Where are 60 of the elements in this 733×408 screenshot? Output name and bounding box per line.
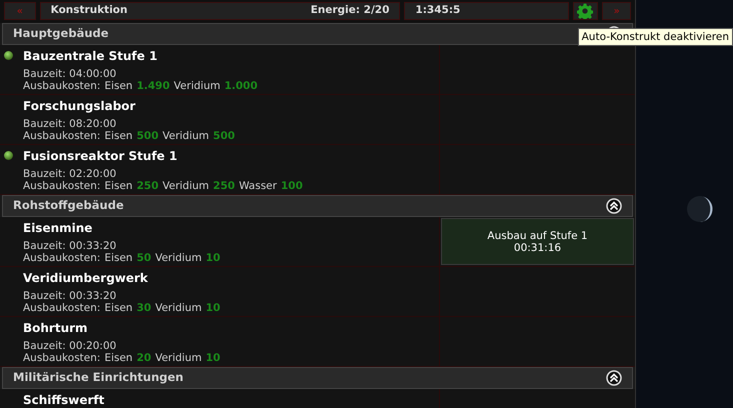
resource-amount: 500 xyxy=(136,130,158,142)
section-header[interactable]: Militärische Einrichtungen xyxy=(2,367,633,389)
resource-name: Veridium xyxy=(155,302,202,314)
resource-name: Eisen xyxy=(104,180,133,192)
resource-name: Veridium xyxy=(155,252,202,264)
settings-button[interactable] xyxy=(572,2,598,20)
resource-name: Veridium xyxy=(162,180,210,192)
resource-name: Veridium xyxy=(174,80,220,92)
section-header[interactable]: Rohstoffgebäude xyxy=(2,195,633,217)
building-name[interactable]: Schiffswerft xyxy=(23,392,439,408)
collapse-icon[interactable] xyxy=(606,370,622,386)
resource-name: Eisen xyxy=(104,130,133,142)
resource-amount: 20 xyxy=(136,352,152,364)
resource-name: Eisen xyxy=(104,302,133,314)
build-time: Bauzeit: 00:33:20 xyxy=(23,290,118,302)
status-text: 00:31:16 xyxy=(514,242,562,254)
resource-name: Veridium xyxy=(162,130,210,142)
resource-amount: 10 xyxy=(206,352,220,364)
costs-label: Ausbaukosten: xyxy=(23,80,100,92)
resource-amount: 100 xyxy=(280,180,303,192)
resource-name: Wasser xyxy=(238,180,277,192)
coordinates-text: 1:345:5 xyxy=(415,3,460,18)
building-name[interactable]: Forschungslabor xyxy=(23,98,439,114)
status-text: Ausbau auf Stufe 1 xyxy=(487,230,588,242)
section-title: Rohstoffgebäude xyxy=(13,197,124,214)
resource-amount: 30 xyxy=(136,302,152,314)
resource-name: Eisen xyxy=(104,352,133,364)
resource-name: Eisen xyxy=(104,252,133,264)
build-time: Bauzeit: 02:20:00 xyxy=(23,168,118,180)
building-name[interactable]: Bauzentrale Stufe 1 xyxy=(23,48,439,64)
gear-icon xyxy=(577,3,594,19)
resource-amount: 1.000 xyxy=(224,80,258,92)
collapse-icon[interactable] xyxy=(606,198,622,214)
costs-label: Ausbaukosten: xyxy=(23,352,100,364)
resource-amount: 250 xyxy=(136,180,158,192)
costs-label: Ausbaukosten: xyxy=(23,130,100,142)
resource-amount: 10 xyxy=(206,252,220,264)
resource-amount: 50 xyxy=(136,252,152,264)
section-title: Militärische Einrichtungen xyxy=(13,369,184,386)
resource-amount: 10 xyxy=(206,302,220,314)
building-name[interactable]: Fusionsreaktor Stufe 1 xyxy=(23,148,439,164)
build-time: Bauzeit: 00:33:20 xyxy=(23,240,118,252)
building-name[interactable]: Eisenmine xyxy=(23,220,439,236)
resource-name: Eisen xyxy=(104,80,133,92)
costs-label: Ausbaukosten: xyxy=(23,302,100,314)
costs-label: Ausbaukosten: xyxy=(23,252,100,264)
resource-amount: 1.490 xyxy=(136,80,170,92)
build-time: Bauzeit: 08:20:00 xyxy=(23,118,118,130)
panel-title: Konstruktion xyxy=(50,3,128,18)
building-name[interactable]: Bohrturm xyxy=(23,320,439,336)
resource-amount: 500 xyxy=(213,130,235,142)
costs-label: Ausbaukosten: xyxy=(23,180,100,192)
resource-amount: 250 xyxy=(213,180,235,192)
section-title: Hauptgebäude xyxy=(13,25,109,42)
build-time: Bauzeit: 04:00:00 xyxy=(23,68,118,80)
tooltip: Auto-Konstrukt deaktivieren xyxy=(578,28,733,46)
resource-name: Veridium xyxy=(155,352,202,364)
build-time: Bauzeit: 00:20:00 xyxy=(23,340,118,352)
energy-text: Energie: 2/20 xyxy=(310,3,390,18)
building-name[interactable]: Veridiumbergwerk xyxy=(23,270,439,286)
